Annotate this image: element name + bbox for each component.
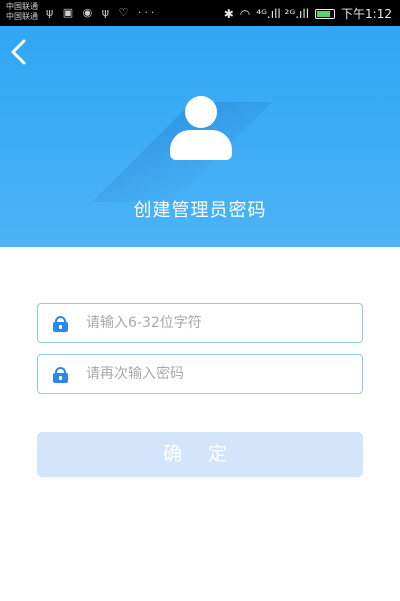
avatar-body [170,130,232,160]
lock-icon [53,316,68,332]
battery-icon [315,8,336,19]
admin-avatar-icon [92,94,272,202]
status-right: ✱ ◠ ⁴ᴳ.ıll ²ᴳ.ıll 下午1:12 [224,5,392,22]
status-time: 下午1:12 [341,7,392,21]
confirm-button[interactable]: 确 定 [37,432,363,477]
back-arrow-icon[interactable] [8,38,32,66]
signal-icon: ⁴ᴳ.ıll ²ᴳ.ıll [256,6,310,21]
lock-icon [53,367,68,383]
header: 创建管理员密码 [0,26,400,247]
status-bar: 中国联通 中国联通 ψ ▣ ◉ ψ ♡ ··· ✱ ◠ ⁴ᴳ.ıll ²ᴳ.ıl… [0,0,400,26]
carrier-info: 中国联通 中国联通 [6,2,38,22]
page-title: 创建管理员密码 [133,200,267,221]
confirm-password-input[interactable] [86,355,356,393]
confirm-password-field[interactable] [37,354,363,394]
avatar-head [185,96,217,128]
password-field[interactable] [37,303,363,343]
password-input[interactable] [86,304,356,342]
carrier-label: 中国联通 [6,12,38,21]
wifi-icon: ◠ [239,6,251,21]
notification-icons: ψ ▣ ◉ ψ ♡ ··· [46,6,158,19]
carrier-label: 中国联通 [6,2,38,11]
bluetooth-icon: ✱ [223,6,234,21]
